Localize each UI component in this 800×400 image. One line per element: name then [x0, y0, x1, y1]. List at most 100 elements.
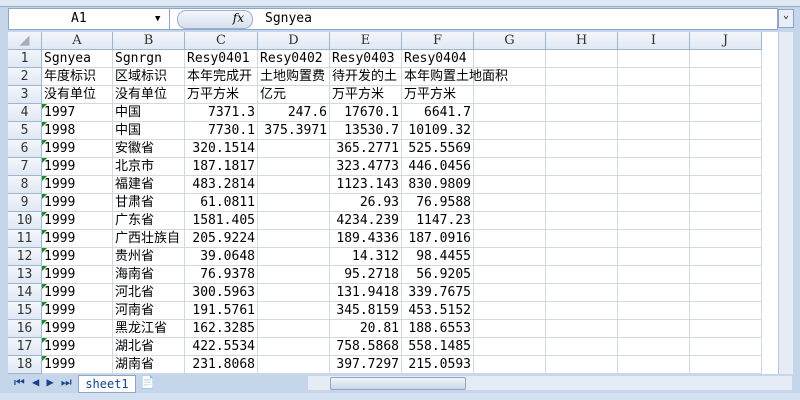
- cell-I13[interactable]: [618, 266, 690, 284]
- cell-H2[interactable]: [546, 68, 618, 86]
- column-header-I[interactable]: I: [618, 32, 690, 50]
- row-header-12[interactable]: 12: [8, 248, 42, 266]
- column-header-G[interactable]: G: [474, 32, 546, 50]
- cell-A9[interactable]: 1999: [42, 194, 113, 212]
- cell-I8[interactable]: [618, 176, 690, 194]
- cell-D1[interactable]: Resy0402: [258, 50, 330, 68]
- cell-B15[interactable]: 河南省: [113, 302, 185, 320]
- cell-E6[interactable]: 365.2771: [330, 140, 402, 158]
- cell-E12[interactable]: 14.312: [330, 248, 402, 266]
- cell-E15[interactable]: 345.8159: [330, 302, 402, 320]
- cell-J1[interactable]: [690, 50, 762, 68]
- cell-E17[interactable]: 758.5868: [330, 338, 402, 356]
- cell-F5[interactable]: 10109.32: [402, 122, 474, 140]
- cell-G3[interactable]: [474, 86, 546, 104]
- cell-J6[interactable]: [690, 140, 762, 158]
- cell-B4[interactable]: 中国: [113, 104, 185, 122]
- cell-G15[interactable]: [474, 302, 546, 320]
- cell-A1[interactable]: Sgnyea: [42, 50, 113, 68]
- cell-H3[interactable]: [546, 86, 618, 104]
- chevron-down-icon[interactable]: ▼: [155, 9, 160, 29]
- cell-B16[interactable]: 黑龙江省: [113, 320, 185, 338]
- cell-C5[interactable]: 7730.1: [185, 122, 258, 140]
- cell-E1[interactable]: Resy0403: [330, 50, 402, 68]
- cell-H17[interactable]: [546, 338, 618, 356]
- scroll-thumb[interactable]: [330, 377, 466, 390]
- cell-E18[interactable]: 397.7297: [330, 356, 402, 374]
- cell-B8[interactable]: 福建省: [113, 176, 185, 194]
- cell-C11[interactable]: 205.9224: [185, 230, 258, 248]
- cell-C17[interactable]: 422.5534: [185, 338, 258, 356]
- cell-G5[interactable]: [474, 122, 546, 140]
- cell-G6[interactable]: [474, 140, 546, 158]
- cell-J3[interactable]: [690, 86, 762, 104]
- cell-F15[interactable]: 453.5152: [402, 302, 474, 320]
- horizontal-scrollbar[interactable]: [308, 376, 792, 390]
- cell-H12[interactable]: [546, 248, 618, 266]
- cell-C14[interactable]: 300.5963: [185, 284, 258, 302]
- cell-I11[interactable]: [618, 230, 690, 248]
- column-header-F[interactable]: F: [402, 32, 474, 50]
- cell-D12[interactable]: [258, 248, 330, 266]
- cell-A13[interactable]: 1999: [42, 266, 113, 284]
- cell-A2[interactable]: 年度标识: [42, 68, 113, 86]
- cell-J12[interactable]: [690, 248, 762, 266]
- cell-H15[interactable]: [546, 302, 618, 320]
- cell-J9[interactable]: [690, 194, 762, 212]
- cell-A14[interactable]: 1999: [42, 284, 113, 302]
- cell-F8[interactable]: 830.9809: [402, 176, 474, 194]
- row-header-5[interactable]: 5: [8, 122, 42, 140]
- cell-I7[interactable]: [618, 158, 690, 176]
- cell-I16[interactable]: [618, 320, 690, 338]
- cell-F10[interactable]: 1147.23: [402, 212, 474, 230]
- insert-sheet-icon[interactable]: 📄: [140, 375, 155, 389]
- cell-D11[interactable]: [258, 230, 330, 248]
- cell-C6[interactable]: 320.1514: [185, 140, 258, 158]
- cell-E3[interactable]: 万平方米: [330, 86, 402, 104]
- row-header-16[interactable]: 16: [8, 320, 42, 338]
- cell-B18[interactable]: 湖南省: [113, 356, 185, 374]
- cell-E14[interactable]: 131.9418: [330, 284, 402, 302]
- cell-E4[interactable]: 17670.1: [330, 104, 402, 122]
- cell-B1[interactable]: Sgnrgn: [113, 50, 185, 68]
- cell-A17[interactable]: 1999: [42, 338, 113, 356]
- cell-I17[interactable]: [618, 338, 690, 356]
- spreadsheet-grid[interactable]: ◢ A B C D E F G H I J 1 Sgnyea Sgnrgn Resy0401 Resy0402…: [8, 32, 778, 374]
- cell-D7[interactable]: [258, 158, 330, 176]
- column-header-H[interactable]: H: [546, 32, 618, 50]
- cell-F4[interactable]: 6641.7: [402, 104, 474, 122]
- cell-H1[interactable]: [546, 50, 618, 68]
- row-header-15[interactable]: 15: [8, 302, 42, 320]
- cell-I5[interactable]: [618, 122, 690, 140]
- cell-D17[interactable]: [258, 338, 330, 356]
- column-header-E[interactable]: E: [330, 32, 402, 50]
- row-header-7[interactable]: 7: [8, 158, 42, 176]
- cell-H4[interactable]: [546, 104, 618, 122]
- cell-H9[interactable]: [546, 194, 618, 212]
- cell-J11[interactable]: [690, 230, 762, 248]
- cell-D3[interactable]: 亿元: [258, 86, 330, 104]
- cell-G17[interactable]: [474, 338, 546, 356]
- cell-G4[interactable]: [474, 104, 546, 122]
- cell-H11[interactable]: [546, 230, 618, 248]
- cell-B11[interactable]: 广西壮族自: [113, 230, 185, 248]
- cell-F7[interactable]: 446.0456: [402, 158, 474, 176]
- cell-J16[interactable]: [690, 320, 762, 338]
- cell-C16[interactable]: 162.3285: [185, 320, 258, 338]
- cell-H5[interactable]: [546, 122, 618, 140]
- cell-F2[interactable]: 本年购置土地面积: [402, 68, 508, 86]
- cell-B6[interactable]: 安徽省: [113, 140, 185, 158]
- cell-B13[interactable]: 海南省: [113, 266, 185, 284]
- cell-G14[interactable]: [474, 284, 546, 302]
- row-header-13[interactable]: 13: [8, 266, 42, 284]
- row-header-6[interactable]: 6: [8, 140, 42, 158]
- cell-E16[interactable]: 20.81: [330, 320, 402, 338]
- cell-A5[interactable]: 1998: [42, 122, 113, 140]
- cell-A18[interactable]: 1999: [42, 356, 113, 374]
- cell-E11[interactable]: 189.4336: [330, 230, 402, 248]
- cell-G18[interactable]: [474, 356, 546, 374]
- cell-F11[interactable]: 187.0916: [402, 230, 474, 248]
- cell-F6[interactable]: 525.5569: [402, 140, 474, 158]
- row-header-14[interactable]: 14: [8, 284, 42, 302]
- cell-E5[interactable]: 13530.7: [330, 122, 402, 140]
